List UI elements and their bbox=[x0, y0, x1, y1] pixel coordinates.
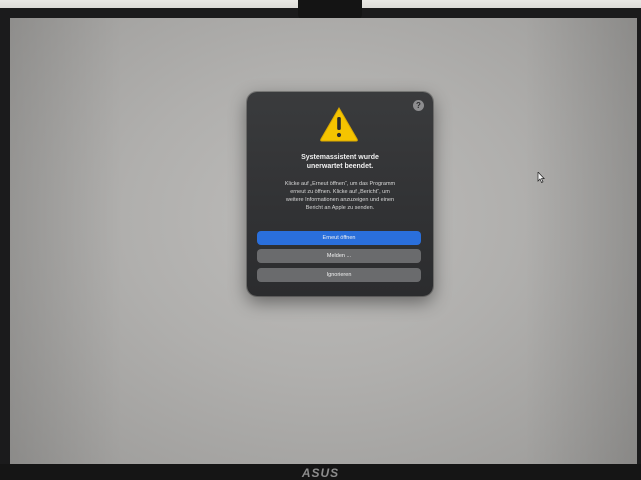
warning-icon bbox=[320, 107, 358, 142]
dialog-title-line: Systemassistent wurde bbox=[301, 154, 379, 161]
photo-of-monitor: ? Systemassistent wurde unerwartet beend… bbox=[0, 0, 641, 480]
help-icon[interactable]: ? bbox=[413, 100, 424, 111]
webcam-icon bbox=[298, 0, 362, 20]
monitor-brand-logo: ASUS bbox=[301, 466, 340, 480]
dialog-message-line: Klicke auf „Erneut öffnen“, um das Progr… bbox=[284, 181, 396, 187]
dialog-message-line: weitere Informationen anzuzeigen und ein… bbox=[285, 197, 395, 203]
cursor-icon bbox=[537, 172, 545, 183]
dialog-title-line: unerwartet beendet. bbox=[306, 163, 374, 170]
crash-dialog: ? Systemassistent wurde unerwartet beend… bbox=[247, 92, 433, 296]
reopen-button[interactable]: Erneut öffnen bbox=[257, 231, 421, 245]
dialog-title: Systemassistent wurde unerwartet beendet… bbox=[259, 153, 421, 171]
ignore-button[interactable]: Ignorieren bbox=[257, 268, 421, 282]
dialog-message: Klicke auf „Erneut öffnen“, um das Progr… bbox=[261, 180, 419, 212]
dialog-message-line: Bericht an Apple zu senden. bbox=[305, 205, 375, 211]
report-button[interactable]: Melden ... bbox=[257, 249, 421, 263]
dialog-message-line: erneut zu öffnen. Klicke auf „Bericht“, … bbox=[290, 189, 390, 195]
